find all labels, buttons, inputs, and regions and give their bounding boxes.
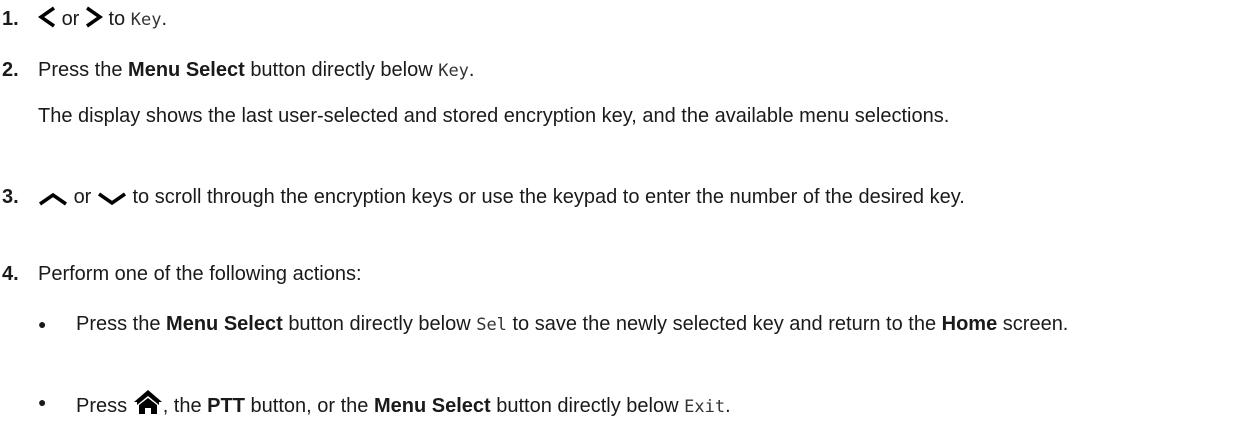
down-arrow-icon (97, 184, 127, 211)
menu-select-label: Menu Select (373, 395, 491, 417)
step-text: Press the Menu Select button directly be… (38, 59, 475, 81)
step-text: or to scroll through the encryption keys… (38, 184, 1237, 211)
key-label: Key (438, 61, 469, 81)
menu-select-label: Menu Select (128, 59, 245, 81)
bullet-dot: ● (38, 316, 47, 332)
home-label: Home (941, 313, 998, 335)
menu-select-label: Menu Select (166, 313, 283, 335)
left-arrow-icon (37, 6, 56, 33)
bullet-text: Press the Menu Select button directly be… (76, 313, 1069, 335)
key-label: Key (130, 10, 162, 30)
bullet-text: Press , the PTT button, or the Menu Sele… (76, 389, 1237, 421)
right-arrow-icon (85, 6, 103, 33)
step-text: Perform one of the following actions: (38, 263, 362, 285)
ptt-label: PTT (207, 395, 245, 417)
step-number: 4. (2, 263, 19, 285)
step-text: or to Key. (37, 6, 1237, 34)
bullet-dot: ● (38, 394, 47, 410)
home-icon (133, 389, 163, 420)
note-text: The display shows the last user-selected… (38, 105, 950, 127)
exit-label: Exit (684, 397, 726, 417)
step-number: 1. (2, 8, 19, 30)
step-number: 2. (2, 59, 19, 81)
up-arrow-icon (38, 184, 68, 211)
step-number: 3. (2, 186, 19, 208)
sel-label: Sel (476, 315, 507, 335)
